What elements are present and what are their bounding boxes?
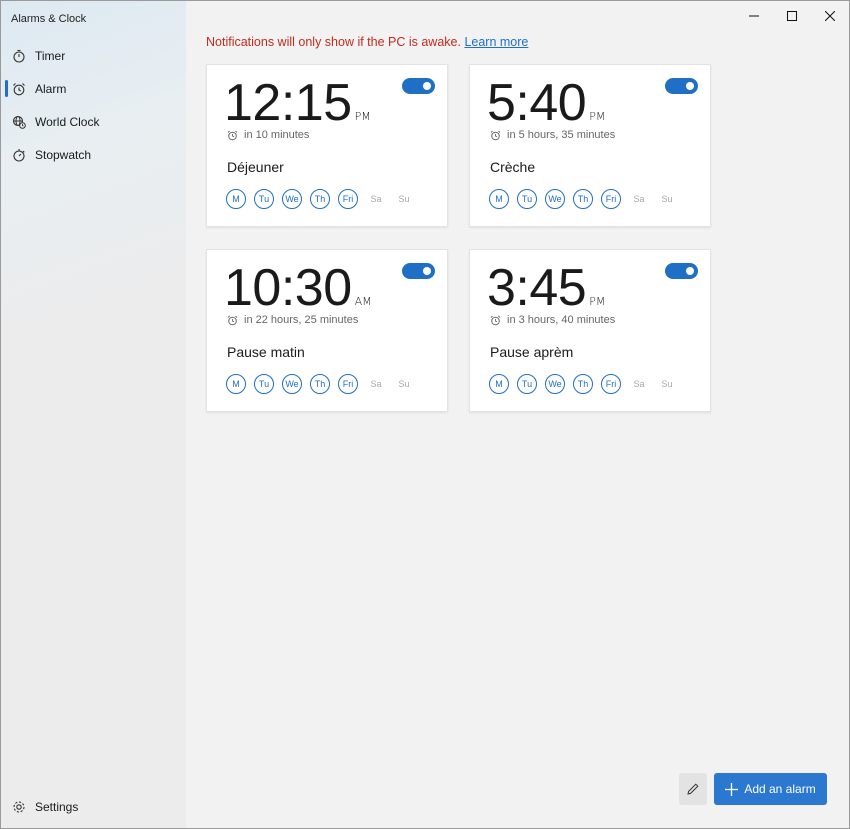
day-wednesday: We (545, 374, 565, 394)
day-saturday: Sa (370, 379, 382, 389)
alarm-small-icon (490, 315, 501, 326)
day-tuesday: Tu (254, 374, 274, 394)
sidebar-item-label: Settings (35, 799, 79, 814)
alarm-small-icon (490, 130, 501, 141)
alarm-remaining-text: in 3 hours, 40 minutes (507, 314, 616, 326)
alarm-toggle[interactable] (665, 263, 698, 279)
sidebar-item-label: Alarm (35, 81, 67, 96)
alarm-toggle[interactable] (402, 78, 435, 94)
day-tuesday: Tu (517, 189, 537, 209)
day-sunday: Su (398, 194, 410, 204)
alarm-days: M Tu We Th Fri Sa Su (489, 374, 685, 394)
pencil-icon (687, 783, 699, 795)
notification-text: Notifications will only show if the PC i… (206, 35, 461, 49)
day-sunday: Su (661, 379, 673, 389)
day-saturday: Sa (370, 194, 382, 204)
day-friday: Fri (601, 374, 621, 394)
day-monday: M (489, 374, 509, 394)
alarm-name: Pause matin (227, 344, 305, 360)
gear-icon (11, 799, 27, 815)
globe-icon (11, 114, 27, 130)
alarm-name: Pause aprèm (490, 344, 574, 360)
close-button[interactable] (811, 1, 849, 31)
sidebar-item-stopwatch[interactable]: Stopwatch (1, 138, 186, 171)
add-alarm-label: Add an alarm (744, 782, 816, 796)
window-controls (735, 1, 849, 31)
alarm-ampm: PM (589, 110, 606, 123)
day-thursday: Th (573, 374, 593, 394)
sidebar-item-alarm[interactable]: Alarm (1, 72, 186, 105)
sidebar-item-label: Stopwatch (35, 147, 92, 162)
alarm-remaining-text: in 5 hours, 35 minutes (507, 129, 616, 141)
day-tuesday: Tu (517, 374, 537, 394)
sidebar-item-settings[interactable]: Settings (1, 790, 186, 823)
day-thursday: Th (310, 374, 330, 394)
timer-icon (11, 48, 27, 64)
day-saturday: Sa (633, 194, 645, 204)
day-monday: M (226, 189, 246, 209)
maximize-button[interactable] (773, 1, 811, 31)
alarm-small-icon (227, 315, 238, 326)
day-saturday: Sa (633, 379, 645, 389)
alarm-name: Crèche (490, 159, 536, 175)
sidebar-item-timer[interactable]: Timer (1, 39, 186, 72)
learn-more-link[interactable]: Learn more (464, 35, 528, 49)
alarm-remaining: in 5 hours, 35 minutes (490, 129, 615, 141)
day-friday: Fri (338, 374, 358, 394)
day-friday: Fri (338, 189, 358, 209)
alarm-name: Déjeuner (227, 159, 284, 175)
alarm-toggle[interactable] (665, 78, 698, 94)
alarm-card[interactable]: 10:30 AM in 22 hours, 25 minutes Pause ma… (206, 249, 448, 412)
alarm-card[interactable]: 3:45 PM in 3 hours, 40 minutes Pause aprè… (469, 249, 711, 412)
day-friday: Fri (601, 189, 621, 209)
alarm-toggle[interactable] (402, 263, 435, 279)
app-window: Alarms & Clock Timer Alarm World Clock S… (0, 0, 850, 829)
maximize-icon (787, 11, 797, 21)
day-monday: M (489, 189, 509, 209)
alarm-remaining: in 22 hours, 25 minutes (227, 314, 358, 326)
alarm-remaining: in 3 hours, 40 minutes (490, 314, 615, 326)
alarm-icon (11, 81, 27, 97)
alarm-ampm: PM (354, 110, 371, 123)
edit-alarms-button[interactable] (679, 773, 707, 805)
alarm-days: M Tu We Th Fri Sa Su (226, 374, 422, 394)
alarm-small-icon (227, 130, 238, 141)
day-monday: M (226, 374, 246, 394)
alarm-ampm: AM (354, 295, 372, 308)
day-thursday: Th (573, 189, 593, 209)
day-tuesday: Tu (254, 189, 274, 209)
alarm-card[interactable]: 12:15 PM in 10 minutes Déjeuner M Tu We T… (206, 64, 448, 227)
minimize-icon (749, 15, 759, 17)
alarm-ampm: PM (589, 295, 606, 308)
plus-icon (725, 782, 739, 796)
alarm-remaining: in 10 minutes (227, 129, 309, 141)
alarm-days: M Tu We Th Fri Sa Su (226, 189, 422, 209)
sidebar-item-label: World Clock (35, 114, 100, 129)
day-wednesday: We (545, 189, 565, 209)
day-thursday: Th (310, 189, 330, 209)
sidebar-item-world-clock[interactable]: World Clock (1, 105, 186, 138)
app-title: Alarms & Clock (11, 13, 87, 25)
day-sunday: Su (661, 194, 673, 204)
stopwatch-icon (11, 147, 27, 163)
alarm-card[interactable]: 5:40 PM in 5 hours, 35 minutes Crèche M T… (469, 64, 711, 227)
notification-warning: Notifications will only show if the PC i… (206, 35, 528, 49)
alarm-remaining-text: in 22 hours, 25 minutes (244, 314, 359, 326)
sidebar: Alarms & Clock Timer Alarm World Clock S… (1, 1, 186, 828)
day-wednesday: We (282, 374, 302, 394)
close-icon (825, 11, 835, 21)
day-wednesday: We (282, 189, 302, 209)
alarm-days: M Tu We Th Fri Sa Su (489, 189, 685, 209)
alarm-remaining-text: in 10 minutes (244, 129, 310, 141)
minimize-button[interactable] (735, 1, 773, 31)
add-alarm-button[interactable]: Add an alarm (714, 773, 827, 805)
sidebar-item-label: Timer (35, 48, 66, 63)
day-sunday: Su (398, 379, 410, 389)
